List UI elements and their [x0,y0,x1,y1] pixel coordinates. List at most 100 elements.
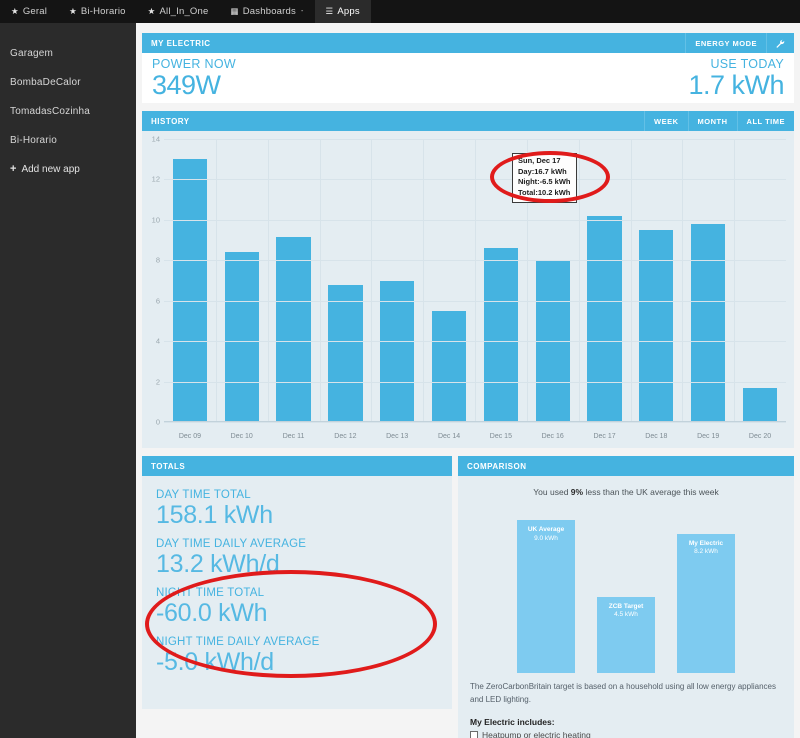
history-bar-column[interactable] [319,139,371,422]
history-plot-area: 02468101214 [164,139,786,422]
comparison-headline-percent: 9% [571,487,583,497]
wrench-icon[interactable] [766,33,794,53]
comparison-bar-name: My Electric [677,540,735,549]
my-electric-title: MY ELECTRIC [142,39,211,48]
totals-title: TOTALS [142,462,185,471]
history-bar-column[interactable] [734,139,786,422]
history-bar-column[interactable] [164,139,216,422]
tooltip-day: Day:16.7 kWh [518,167,571,178]
x-axis-tick-label: Dec 18 [630,433,682,440]
x-axis-tick-label: Dec 15 [475,433,527,440]
comparison-bar: My Electric8.2 kWh [677,534,735,673]
history-panel: HISTORY WEEK MONTH ALL TIME 02468101214 … [142,111,794,448]
sidebar-item-tomadascozinha[interactable]: TomadasCozinha [0,97,136,126]
nav-item-label: All_In_One [159,6,208,17]
sidebar-item-bombadecalor[interactable]: BombaDeCalor [0,68,136,97]
comparison-chart: UK Average9.0 kWh ZCB Target4.5 kWh My Ele… [488,503,764,673]
chevron-down-icon: - [301,8,304,15]
use-today-value: 1.7 kWh [688,71,784,99]
power-now-block: POWER NOW 349W [152,57,236,99]
nav-item-bi-horario[interactable]: ★ Bi-Horario [58,0,137,23]
history-bar[interactable] [587,216,621,422]
y-axis-tick-label: 8 [156,256,160,265]
history-bar-column[interactable] [630,139,682,422]
history-title: HISTORY [142,117,190,126]
comparison-bar: UK Average9.0 kWh [517,520,575,673]
nav-item-apps[interactable]: ☰ Apps [315,0,371,23]
x-axis-tick-label: Dec 12 [319,433,371,440]
y-axis-tick-label: 10 [152,215,160,224]
nav-item-dashboards[interactable]: ▦ Dashboards - [220,0,315,23]
history-bar[interactable] [432,311,466,422]
history-bar[interactable] [484,248,518,422]
history-bar[interactable] [225,252,259,422]
y-axis-tick-label: 14 [152,135,160,144]
history-bar[interactable] [639,230,673,422]
tab-all-time[interactable]: ALL TIME [737,111,794,131]
gridline: 14 [164,139,786,140]
list-icon: ☰ [326,7,334,16]
sidebar-item-garagem[interactable]: Garagem [0,39,136,68]
heatpump-checkbox-label: Heatpump or electric heating [482,730,591,738]
add-new-app-button[interactable]: + Add new app [0,155,136,184]
history-bar-column[interactable] [579,139,631,422]
history-bar-column[interactable] [216,139,268,422]
day-time-total-label: DAY TIME TOTAL [156,489,452,501]
history-bar[interactable] [328,285,362,422]
gridline: 4 [164,341,786,342]
nav-item-label: Apps [337,6,359,17]
my-electric-body: POWER NOW 349W USE TODAY 1.7 kWh [142,53,794,103]
history-bar[interactable] [743,388,777,422]
comparison-bar-caption: My Electric8.2 kWh [677,540,735,558]
x-axis-tick-label: Dec 10 [216,433,268,440]
totals-panel: TOTALS DAY TIME TOTAL 158.1 kWh DAY TIME… [142,456,452,709]
history-bar-column[interactable] [268,139,320,422]
comparison-bar-caption: ZCB Target4.5 kWh [597,603,655,621]
history-bar[interactable] [691,224,725,422]
y-axis-tick-label: 0 [156,418,160,427]
gridline: 2 [164,382,786,383]
star-icon: ★ [69,7,77,16]
nav-item-label: Bi-Horario [81,6,126,17]
comparison-bar-name: ZCB Target [597,603,655,612]
history-bar-column[interactable] [371,139,423,422]
power-now-value: 349W [152,71,236,99]
comparison-bar-value: 8.2 kWh [677,548,735,557]
nav-item-all-in-one[interactable]: ★ All_In_One [137,0,220,23]
history-chart[interactable]: 02468101214 Dec 09Dec 10Dec 11Dec 12Dec … [142,131,794,448]
nav-item-geral[interactable]: ★ Geral [0,0,58,23]
history-bar[interactable] [173,159,207,422]
night-time-daily-average-label: NIGHT TIME DAILY AVERAGE [156,636,452,648]
star-icon: ★ [148,7,156,16]
energy-mode-button[interactable]: ENERGY MODE [685,33,766,53]
x-axis-tick-label: Dec 11 [268,433,320,440]
sidebar: Garagem BombaDeCalor TomadasCozinha Bi-H… [0,23,136,738]
top-navigation-bar: ★ Geral ★ Bi-Horario ★ All_In_One ▦ Dash… [0,0,800,23]
comparison-bar-name: UK Average [517,526,575,535]
comparison-bar: ZCB Target4.5 kWh [597,597,655,674]
tab-month[interactable]: MONTH [688,111,737,131]
comparison-headline-post: less than the UK average this week [583,487,719,497]
history-tooltip: Sun, Dec 17 Day:16.7 kWh Night:-6.5 kWh … [512,153,577,203]
tab-week[interactable]: WEEK [644,111,688,131]
y-axis-tick-label: 4 [156,337,160,346]
comparison-bar-column: My Electric8.2 kWh [677,503,735,673]
checkbox-icon[interactable] [470,731,478,738]
history-bar[interactable] [276,237,310,422]
history-bar-column[interactable] [423,139,475,422]
tooltip-date: Sun, Dec 17 [518,156,571,167]
x-axis-tick-label: Dec 20 [734,433,786,440]
heatpump-checkbox-row[interactable]: Heatpump or electric heating [458,727,794,738]
history-bar[interactable] [380,281,414,423]
history-bar-column[interactable] [682,139,734,422]
comparison-title: COMPARISON [458,462,527,471]
history-bar-series [164,139,786,422]
x-axis-tick-label: Dec 17 [579,433,631,440]
y-axis-tick-label: 12 [152,175,160,184]
sidebar-item-bi-horario[interactable]: Bi-Horario [0,126,136,155]
gridline: 10 [164,220,786,221]
night-time-total-value: -60.0 kWh [156,599,452,627]
my-electric-header: MY ELECTRIC ENERGY MODE [142,33,794,53]
x-axis-tick-label: Dec 09 [164,433,216,440]
history-x-axis-labels: Dec 09Dec 10Dec 11Dec 12Dec 13Dec 14Dec … [164,433,786,440]
